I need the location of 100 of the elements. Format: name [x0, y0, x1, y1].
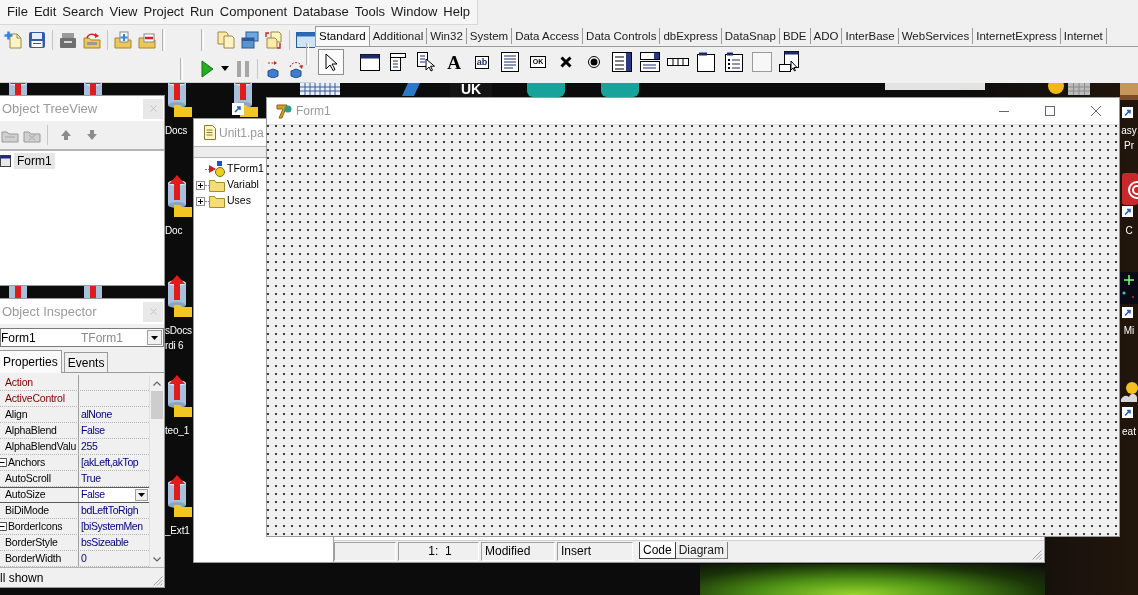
folder-arrow-icon[interactable] [83, 30, 101, 49]
palette-tab[interactable]: Win32 [427, 28, 467, 44]
new-document-icon[interactable] [4, 30, 22, 49]
tree-item[interactable]: TForm1 [227, 161, 264, 177]
menu-item[interactable]: Run [187, 2, 217, 22]
palette-tab[interactable]: dbExpress [660, 28, 722, 44]
editor-tab[interactable]: Diagram [675, 542, 729, 559]
desktop-icon-label[interactable]: Pr [1124, 138, 1134, 153]
palette-tab[interactable]: Internet [1060, 28, 1107, 44]
close-icon[interactable] [1091, 106, 1101, 116]
pointer-icon[interactable] [325, 53, 337, 71]
caret-icon[interactable] [221, 66, 229, 71]
shortcut-arrow-icon[interactable] [1122, 107, 1133, 118]
sparkle-icon[interactable] [1120, 272, 1138, 304]
window-icon[interactable] [296, 31, 316, 48]
minimize-icon[interactable] [999, 110, 1009, 112]
target-icon[interactable] [1120, 173, 1138, 205]
menu-item[interactable]: File [4, 2, 31, 22]
run-icon[interactable] [200, 59, 214, 78]
expand-icon[interactable] [196, 196, 205, 206]
main-menu-icon[interactable] [390, 53, 406, 71]
editor-tab[interactable]: Code [639, 542, 676, 559]
cylinder-arrow-icon[interactable] [166, 375, 192, 417]
segmented-bar-icon[interactable] [667, 58, 689, 66]
down-arrow-icon[interactable] [86, 129, 98, 141]
desktop-icon-label[interactable]: teo_1 [165, 423, 193, 438]
menu-item[interactable]: Search [59, 2, 107, 22]
menu-item[interactable]: View [106, 2, 141, 22]
folder-add-icon[interactable] [114, 30, 132, 49]
dropdown-button[interactable] [147, 330, 162, 345]
x-mark-icon[interactable] [560, 56, 572, 68]
tree-item[interactable]: Form1 [14, 153, 55, 169]
sun-icon[interactable] [1047, 83, 1065, 95]
palette-tab[interactable]: Data Controls [583, 28, 661, 44]
expand-icon[interactable] [196, 180, 205, 190]
palette-tab[interactable]: Additional [369, 28, 428, 44]
expand-icon[interactable] [0, 458, 7, 467]
shortcut-arrow-icon[interactable] [1122, 307, 1133, 318]
desktop-icon-label[interactable]: C [1125, 223, 1133, 238]
rounded-tile-icon[interactable] [527, 83, 565, 97]
tile-icon[interactable] [1120, 83, 1138, 100]
tree-item[interactable]: Variabl [227, 177, 259, 193]
desktop-icon-label[interactable]: Doc [165, 223, 193, 238]
swap-pages-icon[interactable] [265, 30, 283, 49]
caret-icon[interactable] [138, 493, 145, 497]
pointer-tool[interactable] [318, 49, 344, 75]
scroll-thumb[interactable] [151, 391, 163, 419]
palette-tab[interactable]: System [466, 28, 513, 44]
cylinder-arrow-icon[interactable] [166, 275, 192, 317]
caret-icon[interactable] [151, 335, 158, 340]
stacked-trays-icon[interactable] [59, 30, 77, 49]
expand-icon[interactable] [0, 522, 7, 531]
maximize-icon[interactable] [1045, 106, 1055, 116]
palette-tab[interactable]: DataSnap [721, 28, 780, 44]
inspector-tab[interactable]: Events [63, 352, 109, 372]
desktop-icon-label[interactable]: Mi [1123, 323, 1135, 338]
scroll-bar[interactable] [149, 375, 164, 567]
shortcut-arrow-icon[interactable] [1122, 206, 1133, 217]
shortcut-arrow-icon[interactable] [1122, 407, 1133, 418]
cylinder-arrow-icon[interactable] [166, 475, 192, 517]
menu-item[interactable]: Project [140, 2, 187, 22]
cylinder-arrow-icon[interactable] [166, 83, 192, 117]
palette-tab[interactable]: Standard [315, 26, 370, 46]
up-arrow-icon[interactable] [60, 129, 72, 141]
desktop-icon-label[interactable]: _Ext1 [165, 523, 193, 538]
property-row[interactable]: AutoSize False [0, 487, 149, 503]
menu-item[interactable]: Edit [30, 2, 60, 22]
dot-ring-icon[interactable] [588, 56, 600, 68]
palette-tab[interactable]: Data Access [512, 28, 584, 44]
inspector-tab[interactable]: Properties [0, 350, 62, 373]
folder-remove-icon[interactable] [138, 30, 156, 49]
windows-icon[interactable] [241, 30, 259, 49]
palette-tab[interactable]: BDE [779, 28, 811, 44]
logo-text[interactable]: UK [450, 83, 492, 97]
menu-item[interactable]: Help [440, 2, 474, 22]
palette-tab[interactable]: InternetExpress [973, 28, 1061, 44]
object-selector[interactable]: Form1 TForm1 [0, 328, 164, 347]
desktop-icon-label[interactable]: asy [1121, 123, 1137, 138]
menu-item[interactable]: Component [216, 2, 291, 22]
scroll-down-icon[interactable] [153, 556, 161, 562]
desktop-icon-label[interactable]: sDocs [165, 323, 193, 338]
cylinder-arrow-icon[interactable] [166, 175, 192, 217]
step-over-icon[interactable] [288, 59, 304, 78]
cylinder-arrow-icon[interactable] [232, 83, 258, 117]
menu-item[interactable]: Window [388, 2, 441, 22]
label-tool[interactable]: A [441, 49, 467, 75]
palette-tab[interactable]: ADO [810, 28, 843, 44]
desktop-icon-label[interactable]: rdi 6 [165, 338, 193, 353]
rounded-tile-icon[interactable] [601, 83, 639, 97]
tree-item[interactable]: Uses [227, 193, 251, 209]
step-into-icon[interactable] [265, 59, 281, 78]
dropdown-button[interactable] [135, 489, 148, 501]
checkered-tile-icon[interactable] [300, 83, 340, 95]
desktop-icon-label[interactable]: Docs [165, 123, 193, 138]
save-icon[interactable] [28, 30, 46, 49]
menu-item[interactable]: Database [290, 2, 352, 22]
scroll-up-icon[interactable] [153, 380, 161, 386]
palette-tab[interactable]: WebServices [898, 28, 974, 44]
document-icon[interactable] [204, 125, 216, 140]
palette-tab[interactable]: InterBase [842, 28, 899, 44]
